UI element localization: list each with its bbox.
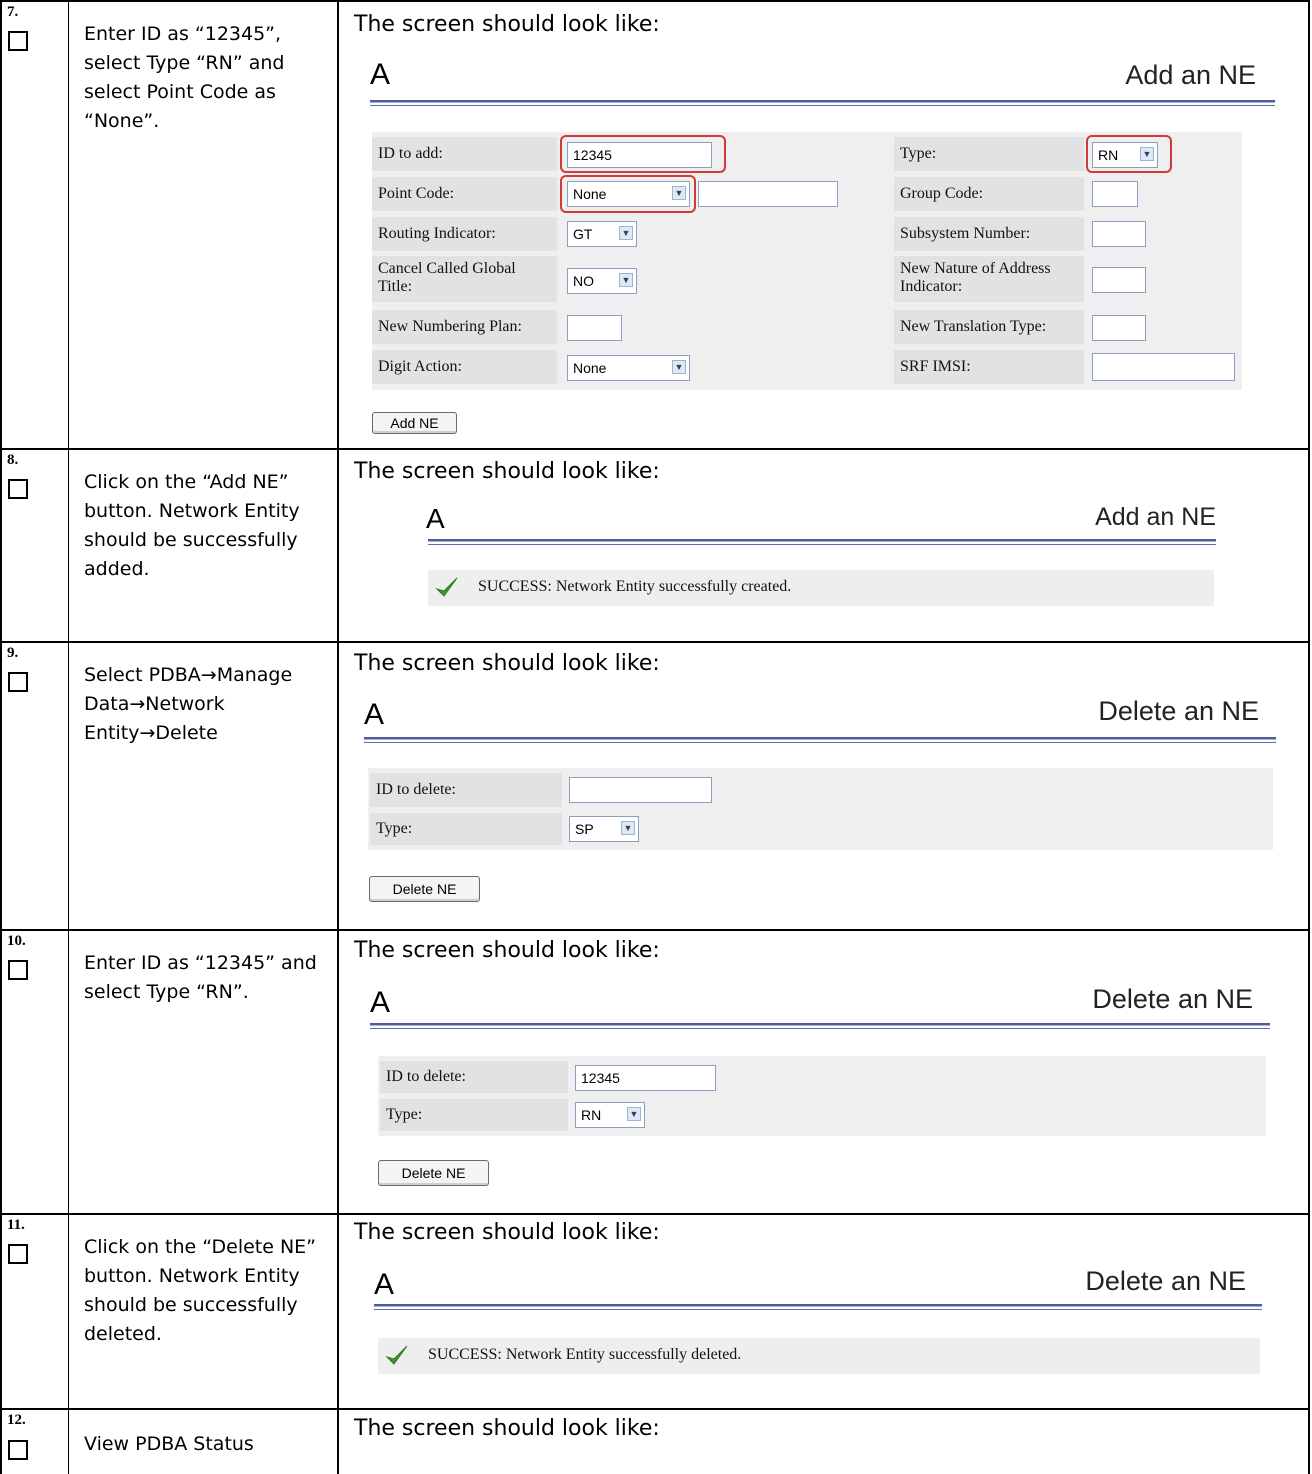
id-highlight [560, 135, 726, 173]
id-label: ID to delete: [380, 1061, 568, 1093]
new-numbering-plan-input[interactable] [567, 315, 622, 341]
delete-success-screenshot: A Delete an NE SUCCESS: Network Entity s… [374, 1262, 1274, 1402]
type-select[interactable]: SP ▼ [569, 816, 639, 842]
page-title: Add an NE [1095, 503, 1216, 531]
group-code-input[interactable] [1092, 181, 1138, 207]
app-logo: A [370, 58, 391, 91]
success-message: SUCCESS: Network Entity successfully del… [378, 1338, 1260, 1374]
title-rule [364, 737, 1276, 743]
checkmark-icon [385, 1345, 408, 1365]
step-description: Select PDBA→Manage Data→Network Entity→D… [84, 664, 293, 744]
delete-ne-button[interactable]: Delete NE [369, 876, 480, 902]
type-value: SP [575, 821, 594, 837]
step-number: 7. [7, 4, 19, 20]
type-label: Type: [370, 813, 562, 845]
app-logo: A [370, 986, 391, 1019]
step-checkbox[interactable] [8, 672, 28, 692]
new-translation-type-input[interactable] [1092, 315, 1146, 341]
step-number: 9. [7, 645, 19, 661]
step-checkbox[interactable] [8, 960, 28, 980]
delete-ne-button[interactable]: Delete NE [378, 1160, 489, 1186]
id-input[interactable]: 12345 [575, 1065, 716, 1091]
chevron-down-icon: ▼ [627, 1107, 641, 1121]
chevron-down-icon: ▼ [621, 821, 635, 835]
step-intro: The screen should look like: [354, 1416, 660, 1441]
new-nature-label: New Nature of Address Indicator: [894, 256, 1084, 302]
app-logo: A [426, 503, 445, 534]
new-numbering-plan-label: New Numbering Plan: [372, 310, 557, 344]
step-description: Click on the “Delete NE” button. Network… [84, 1236, 317, 1345]
success-message: SUCCESS: Network Entity successfully cre… [428, 570, 1214, 606]
id-input[interactable] [569, 777, 712, 803]
chevron-down-icon: ▼ [619, 273, 633, 287]
srf-imsi-label: SRF IMSI: [894, 350, 1084, 384]
type-select[interactable]: RN ▼ [575, 1102, 645, 1128]
routing-indicator-label: Routing Indicator: [372, 217, 557, 251]
add-success-screenshot: A Add an NE SUCCESS: Network Entity succ… [426, 495, 1226, 635]
digit-action-select[interactable]: None ▼ [567, 355, 690, 381]
delete-filled-screenshot: A Delete an NE ID to delete: 12345 Type:… [370, 980, 1275, 1210]
title-rule [428, 539, 1216, 545]
step-checkbox[interactable] [8, 479, 28, 499]
new-nature-input[interactable] [1092, 267, 1146, 293]
digit-action-label: Digit Action: [372, 350, 557, 384]
cancel-called-select[interactable]: NO ▼ [567, 268, 637, 294]
point-code-input[interactable] [698, 181, 838, 207]
group-code-label: Group Code: [894, 177, 1084, 211]
chevron-down-icon: ▼ [672, 360, 686, 374]
point-code-highlight [560, 175, 696, 213]
success-text: SUCCESS: Network Entity successfully del… [428, 1346, 742, 1363]
step-description: Click on the “Add NE” button. Network En… [84, 471, 300, 580]
checkmark-icon [435, 577, 458, 597]
delete-form-screenshot: A Delete an NE ID to delete: Type: SP ▼ D… [364, 690, 1279, 920]
step-description: Enter ID as “12345” and select Type “RN”… [84, 952, 317, 1003]
srf-imsi-input[interactable] [1092, 353, 1235, 381]
step-checkbox[interactable] [8, 31, 28, 51]
page-title: Delete an NE [1098, 696, 1259, 726]
page-title: Delete an NE [1085, 1266, 1246, 1296]
id-label: ID to delete: [370, 773, 562, 807]
add-ne-screenshot: A Add an NE ID to add: 12345 Point Code:… [370, 50, 1280, 445]
type-highlight [1086, 135, 1172, 173]
step-intro: The screen should look like: [354, 1220, 660, 1245]
step-intro: The screen should look like: [354, 651, 660, 676]
title-rule [370, 100, 1275, 106]
type-label: Type: [380, 1099, 568, 1131]
digit-action-value: None [573, 360, 607, 376]
routing-indicator-value: GT [573, 226, 593, 242]
type-label: Type: [894, 137, 1084, 171]
cancel-called-value: NO [573, 273, 594, 289]
id-label: ID to add: [372, 137, 557, 171]
page-title: Add an NE [1125, 60, 1256, 90]
app-logo: A [374, 1268, 395, 1301]
step-number: 8. [7, 452, 19, 468]
chevron-down-icon: ▼ [619, 226, 633, 240]
add-ne-button[interactable]: Add NE [372, 412, 457, 434]
step-intro: The screen should look like: [354, 459, 660, 484]
step-number: 11. [7, 1217, 25, 1233]
new-translation-type-label: New Translation Type: [894, 310, 1084, 344]
title-rule [370, 1023, 1270, 1029]
step-number: 10. [7, 933, 26, 949]
step-checkbox[interactable] [8, 1440, 28, 1460]
subsystem-number-label: Subsystem Number: [894, 217, 1084, 251]
app-logo: A [364, 698, 385, 731]
cancel-called-label: Cancel Called Global Title: [372, 256, 557, 302]
point-code-label: Point Code: [372, 177, 557, 211]
type-value: RN [581, 1107, 602, 1123]
step-intro: The screen should look like: [354, 12, 660, 37]
success-text: SUCCESS: Network Entity successfully cre… [478, 578, 792, 595]
subsystem-number-input[interactable] [1092, 221, 1146, 247]
step-checkbox[interactable] [8, 1244, 28, 1264]
step-number: 12. [7, 1412, 26, 1428]
step-description: View PDBA Status [84, 1433, 254, 1455]
routing-indicator-select[interactable]: GT ▼ [567, 221, 637, 247]
title-rule [374, 1304, 1262, 1310]
step-description: Enter ID as “12345”, select Type “RN” an… [84, 23, 285, 132]
step-intro: The screen should look like: [354, 938, 660, 963]
page-title: Delete an NE [1092, 984, 1253, 1014]
